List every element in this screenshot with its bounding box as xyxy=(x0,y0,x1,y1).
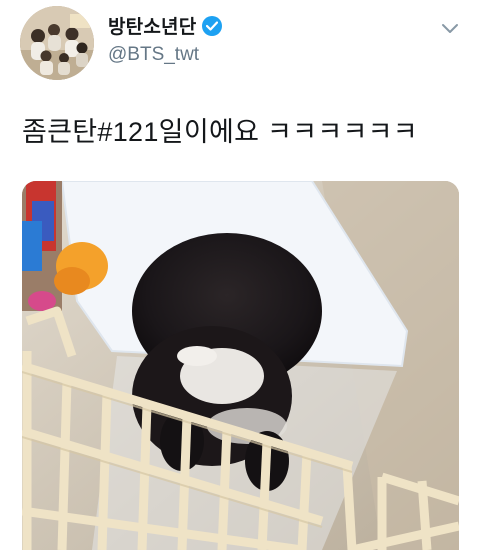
tweet-media[interactable] xyxy=(22,181,459,550)
chevron-down-icon[interactable] xyxy=(440,22,460,36)
tweet-header: 방탄소년단 @BTS_twt xyxy=(0,0,480,95)
account-handle[interactable]: @BTS_twt xyxy=(108,44,199,66)
avatar[interactable] xyxy=(20,6,94,80)
avatar-photo xyxy=(20,6,94,80)
tweet-text: 좀큰탄#121일이에요 ㅋㅋㅋㅋㅋㅋ xyxy=(22,117,418,147)
display-name[interactable]: 방탄소년단 xyxy=(108,12,196,39)
verified-badge-icon xyxy=(202,15,223,36)
media-image xyxy=(22,181,459,550)
name-row: 방탄소년단 xyxy=(108,12,223,39)
